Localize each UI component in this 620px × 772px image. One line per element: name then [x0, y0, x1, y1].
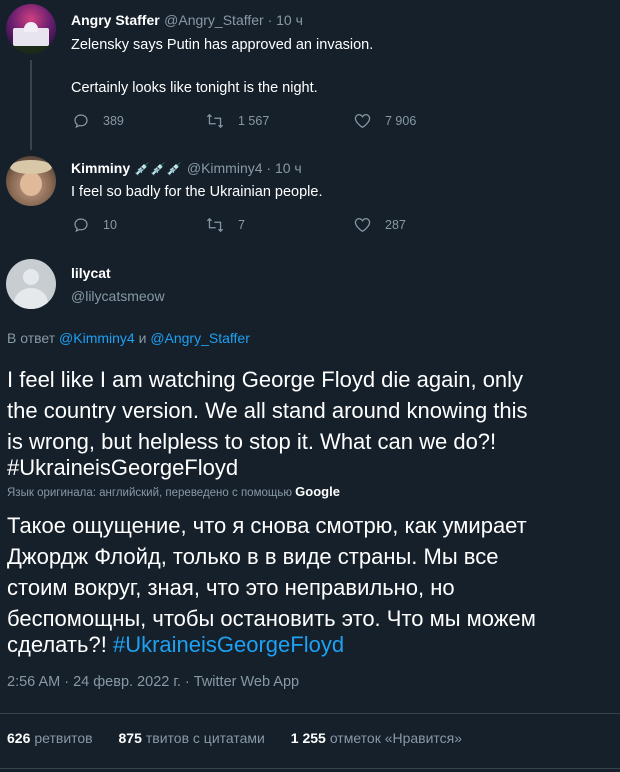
- retweet-button[interactable]: 7: [206, 217, 245, 233]
- reply-count: 10: [103, 218, 117, 232]
- hashtag-link[interactable]: #UkraineisGeorgeFloyd: [113, 632, 344, 657]
- author-name[interactable]: Kimminy: [71, 160, 130, 176]
- reply-icon: [74, 218, 88, 233]
- translated-text: стоим вокруг, зная, что это неправильно,…: [7, 575, 455, 600]
- hashtag-link[interactable]: #UkraineisGeorgeFloyd: [7, 452, 238, 483]
- translated-text: сделать?!: [7, 632, 107, 657]
- retweets-stat[interactable]: 626 ретвитов: [7, 730, 93, 746]
- tweet-text: the country version. We all stand around…: [7, 398, 528, 423]
- author-name[interactable]: Angry Staffer: [71, 12, 160, 28]
- divider: [0, 713, 620, 714]
- tweet-text: I feel like I am watching George Floyd d…: [7, 367, 524, 392]
- quotes-stat[interactable]: 875 твитов с цитатами: [119, 730, 265, 746]
- avatar[interactable]: [6, 4, 56, 54]
- like-count: 7 906: [385, 114, 417, 128]
- heart-icon: [354, 113, 371, 129]
- tweet-timestamp[interactable]: 2:56 AM · 24 февр. 2022 г. · Twitter Web…: [7, 674, 299, 690]
- engagement-stats: 626 ретвитов 875 твитов с цитатами 1 255 от…: [7, 730, 462, 746]
- translated-text: Джордж Флойд, только в в виде страны. Мы…: [7, 544, 499, 569]
- reply-count: 389: [103, 114, 124, 128]
- reply-and: и: [138, 330, 147, 346]
- divider: [0, 768, 620, 769]
- syringe-emoji: 💉💉💉: [134, 162, 183, 176]
- like-button[interactable]: 7 906: [354, 113, 416, 129]
- tweet-kimminy[interactable]: Kimminy 💉💉💉 @Kimminy4 · 10 ч I feel so b…: [0, 150, 620, 245]
- tweet-text: Certainly looks like tonight is the nigh…: [71, 80, 318, 96]
- tweet-angry-staffer[interactable]: Angry Staffer @Angry_Staffer · 10 ч Zele…: [0, 0, 620, 150]
- retweet-icon: [206, 113, 224, 129]
- author-name[interactable]: lilycat: [71, 265, 111, 281]
- translation-note-text: Язык оригинала: английский, переведено с…: [7, 487, 292, 499]
- mention-link[interactable]: @Kimminy4: [59, 330, 135, 346]
- retweet-count: 7: [238, 218, 245, 232]
- avatar[interactable]: [6, 156, 56, 206]
- likes-stat[interactable]: 1 255 отметок «Нравится»: [291, 730, 462, 746]
- author-handle[interactable]: @lilycatsmeow: [71, 288, 165, 304]
- avatar[interactable]: [6, 259, 56, 309]
- tweet-text: I feel so badly for the Ukrainian people…: [71, 184, 323, 200]
- heart-icon: [354, 217, 371, 233]
- retweet-button[interactable]: 1 567: [206, 113, 269, 129]
- translation-note: Язык оригинала: английский, переведено с…: [7, 484, 340, 499]
- translated-text-last: сделать?! #UkraineisGeorgeFloyd: [7, 629, 344, 660]
- reply-icon: [74, 114, 88, 129]
- reply-button[interactable]: 10: [73, 217, 117, 233]
- mention-link[interactable]: @Angry_Staffer: [150, 330, 250, 346]
- tweet-text: Zelensky says Putin has approved an inva…: [71, 37, 374, 53]
- reply-to-line: В ответ @Kimminy4 и @Angry_Staffer: [7, 330, 250, 346]
- translated-text: Такое ощущение, что я снова смотрю, как …: [7, 513, 527, 538]
- like-count: 287: [385, 218, 406, 232]
- like-button[interactable]: 287: [354, 217, 406, 233]
- retweet-count: 1 567: [238, 114, 270, 128]
- author-handle[interactable]: @Angry_Staffer · 10 ч: [164, 12, 303, 28]
- thread-line: [30, 60, 32, 150]
- google-logo[interactable]: Google: [295, 484, 340, 499]
- author-handle[interactable]: @Kimminy4 · 10 ч: [187, 160, 302, 176]
- reply-button[interactable]: 389: [73, 113, 124, 129]
- reply-prefix: В ответ: [7, 330, 56, 346]
- retweet-icon: [206, 217, 224, 233]
